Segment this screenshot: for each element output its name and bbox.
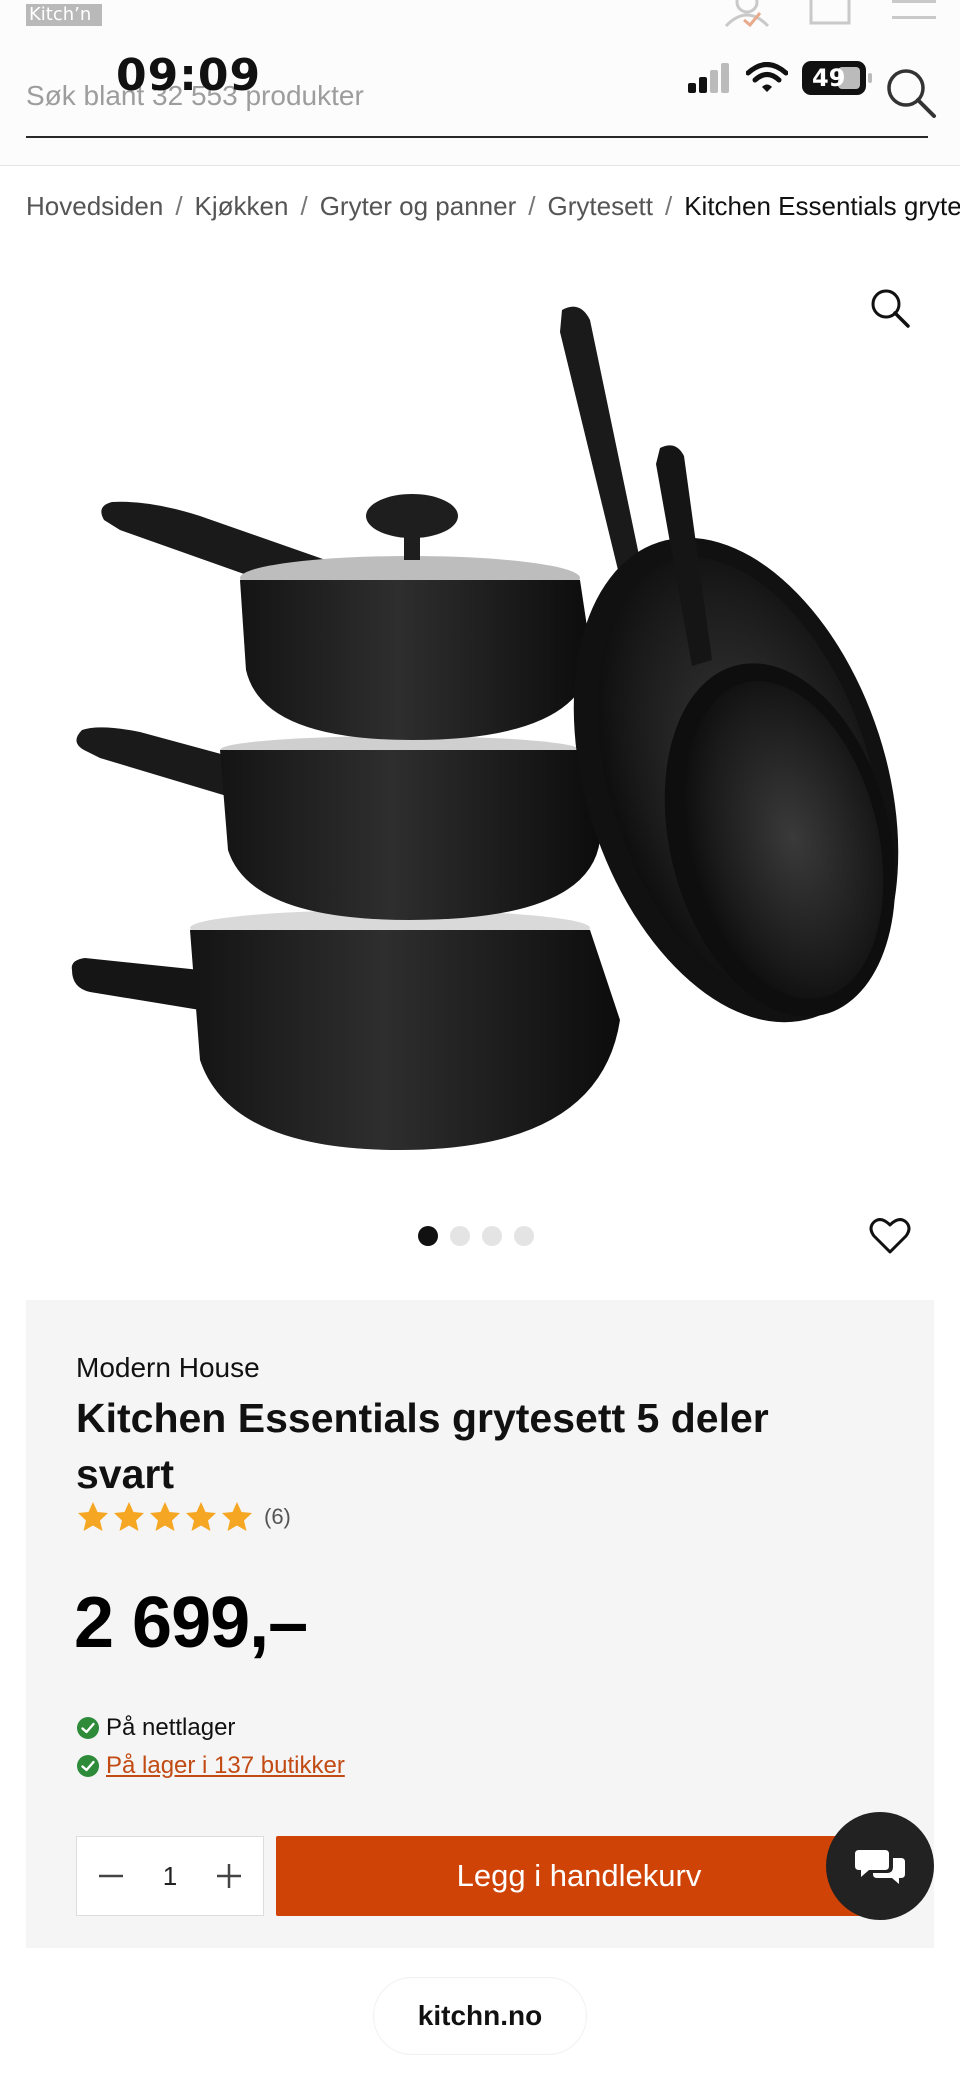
star-icon [114,1502,144,1531]
stock-online-label: På nettlager [106,1714,236,1741]
menu-icon[interactable] [890,0,938,24]
header-divider [0,165,960,166]
wifi-icon [746,62,788,92]
product-title: Kitchen Essentials grytesett 5 deler sva… [76,1395,769,1497]
product-brand[interactable]: Modern House [76,1352,260,1384]
star-icon [78,1502,108,1531]
quantity-value[interactable]: 1 [163,1861,177,1892]
breadcrumb-kitchen[interactable]: Kjøkken [195,191,289,221]
heart-icon[interactable] [868,1214,912,1258]
status-time: 09:09 [116,50,262,101]
battery-level: 49 [812,64,846,92]
cart-icon[interactable] [808,0,852,26]
add-to-cart-button[interactable]: Legg i handlekurv [276,1836,882,1916]
plus-icon [217,1864,241,1888]
status-indicators: 49 [686,58,872,98]
zoom-icon[interactable] [868,286,912,330]
account-icon[interactable] [720,0,774,28]
search-underline [26,136,928,138]
stock-online: På nettlager [76,1714,235,1742]
gallery-pagination [418,1226,534,1246]
stock-stores: På lager i 137 butikker [76,1752,345,1780]
quantity-decrease-button[interactable] [91,1856,131,1896]
breadcrumb-home[interactable]: Hovedsiden [26,191,163,221]
battery-icon: 49 [802,61,872,95]
stock-stores-link[interactable]: På lager i 137 butikker [106,1752,345,1780]
breadcrumb-pots-pans[interactable]: Gryter og panner [320,191,517,221]
check-circle-icon [77,1755,99,1777]
check-circle-icon [77,1717,99,1739]
product-info-panel: Modern House Kitchen Essentials gryteset… [26,1300,934,1948]
product-price: 2 699,– [74,1583,308,1663]
breadcrumb-pot-sets[interactable]: Grytesett [548,191,653,221]
signal-icon [688,63,729,93]
search-icon[interactable] [884,66,938,120]
star-icon [186,1502,216,1531]
gallery-dot-2[interactable] [450,1226,470,1246]
product-image[interactable] [0,280,960,1180]
breadcrumb-current: Kitchen Essentials grytesett 5 deler sva… [684,191,960,221]
browser-url-pill[interactable]: kitchn.no [374,1978,586,2054]
chat-button[interactable] [826,1812,934,1920]
minus-icon [99,1874,123,1878]
site-header: Kitch’n 09:09 49 [0,0,960,166]
gallery-dot-4[interactable] [514,1226,534,1246]
chat-icon [855,1850,905,1884]
star-icon [150,1502,180,1531]
quantity-stepper: 1 [76,1836,264,1916]
gallery-dot-3[interactable] [482,1226,502,1246]
quantity-increase-button[interactable] [209,1856,249,1896]
site-logo[interactable]: Kitch’n [26,4,102,26]
star-icon [222,1502,252,1531]
gallery-dot-1[interactable] [418,1226,438,1246]
breadcrumb: Hovedsiden / Kjøkken / Gryter og panner / Gryt… [26,186,960,226]
product-rating[interactable]: (6) [76,1500,291,1534]
rating-count: (6) [264,1504,291,1529]
